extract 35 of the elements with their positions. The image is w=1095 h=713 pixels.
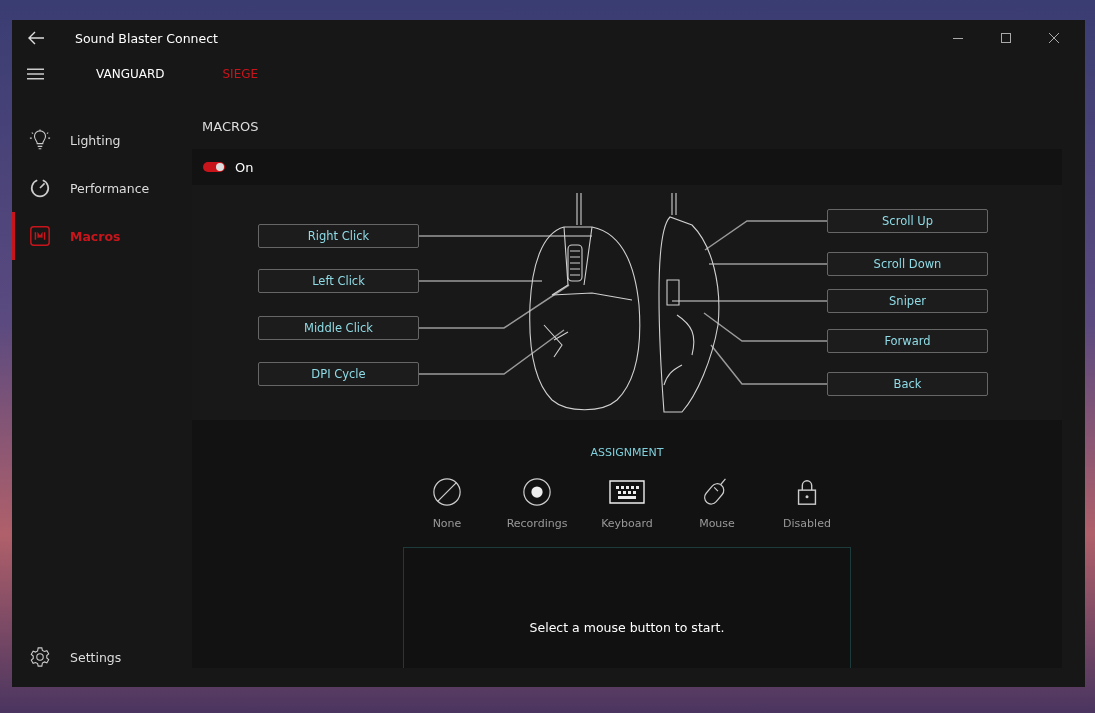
record-icon xyxy=(522,477,552,507)
window-title: Sound Blaster Connect xyxy=(75,30,218,46)
mouse-button-label[interactable]: Middle Click xyxy=(258,316,419,340)
toggle-switch[interactable] xyxy=(203,162,225,172)
mouse-button-label[interactable]: Right Click xyxy=(258,224,419,248)
device-tab[interactable]: VANGUARD xyxy=(96,67,165,81)
mouse-button-label[interactable]: Back xyxy=(827,372,988,396)
mouse-button-label[interactable]: Forward xyxy=(827,329,988,353)
gauge-icon xyxy=(29,177,51,199)
assignment-option[interactable]: None xyxy=(402,477,492,530)
mouse-button-label[interactable]: Scroll Down xyxy=(827,252,988,276)
keyboard-icon xyxy=(609,480,645,504)
settings-item[interactable]: Settings xyxy=(12,633,192,681)
assignment-option[interactable]: Mouse xyxy=(672,477,762,530)
assignment-option[interactable]: Recordings xyxy=(492,477,582,530)
sidebar-item[interactable]: Performance xyxy=(12,164,192,212)
back-arrow-icon[interactable] xyxy=(27,31,45,45)
mouse-button-label[interactable]: Left Click xyxy=(258,269,419,293)
sidebar-item[interactable]: Lighting xyxy=(12,116,192,164)
prohibited-icon xyxy=(432,477,462,507)
assignment-option[interactable]: Keyboard xyxy=(582,477,672,530)
macro-icon xyxy=(29,225,51,247)
menu-icon[interactable] xyxy=(27,68,44,80)
toggle-label: On xyxy=(235,159,254,175)
page-title: MACROS xyxy=(201,118,260,136)
prompt-text: Select a mouse button to start. xyxy=(529,619,725,635)
mouse-button-label[interactable]: Sniper xyxy=(827,289,988,313)
lightbulb-icon xyxy=(29,129,51,151)
section-title: ASSIGNMENT xyxy=(590,446,664,459)
close-icon[interactable] xyxy=(1049,33,1059,43)
mouse-button-label[interactable]: DPI Cycle xyxy=(258,362,419,386)
maximize-icon[interactable] xyxy=(1001,33,1011,43)
assignment-option[interactable]: Disabled xyxy=(762,477,852,530)
settings-icon xyxy=(29,646,51,668)
mouse-button-label[interactable]: Scroll Up xyxy=(827,209,988,233)
